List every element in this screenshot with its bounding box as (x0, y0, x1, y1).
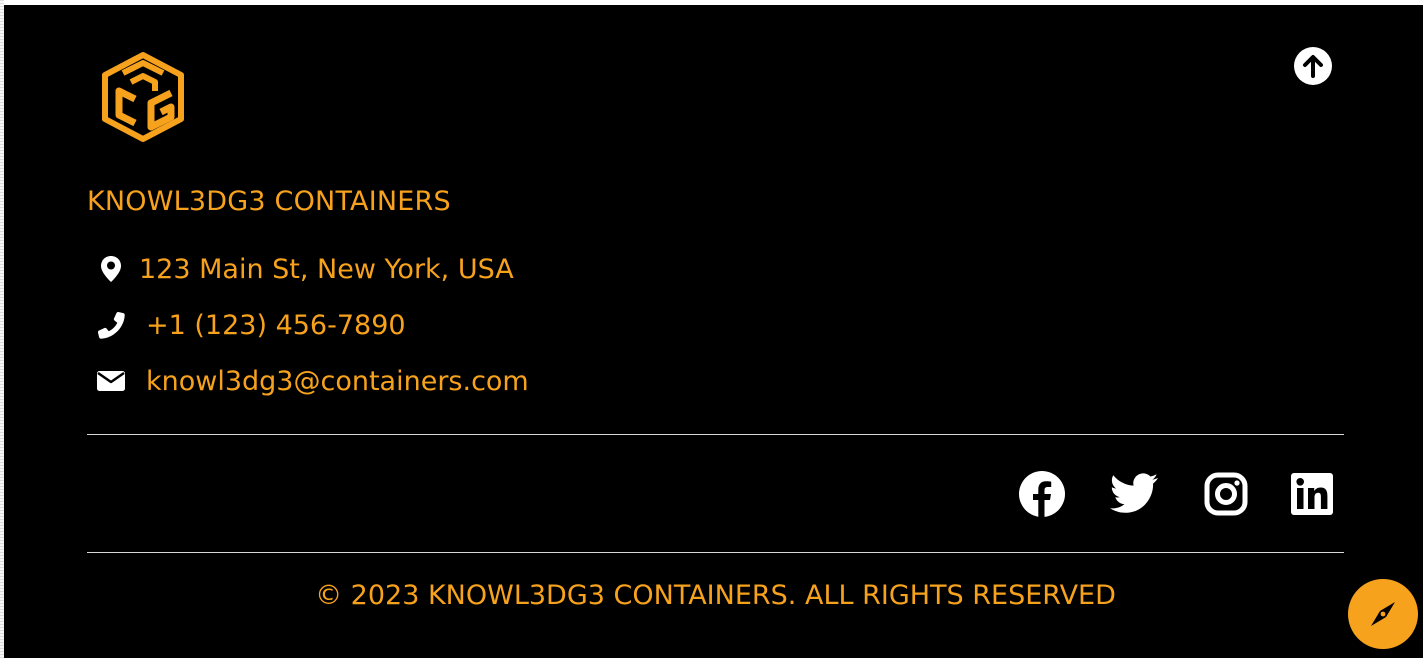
map-pin-icon (94, 252, 128, 286)
site-footer: KNOWL3DG3 CONTAINERS 123 Main St, New Yo… (4, 5, 1423, 658)
facebook-icon (1019, 471, 1065, 517)
cube-logo-icon (102, 52, 184, 142)
envelope-icon (94, 364, 128, 398)
explore-button[interactable] (1348, 579, 1418, 649)
divider (87, 434, 1344, 435)
instagram-icon (1204, 472, 1248, 516)
company-logo[interactable] (101, 51, 185, 143)
address-text: 123 Main St, New York, USA (139, 253, 514, 285)
divider (87, 552, 1344, 553)
phone-text: +1 (123) 456-7890 (146, 309, 406, 341)
linkedin-icon (1291, 473, 1333, 515)
copyright-text: © 2023 KNOWL3DG3 CONTAINERS. ALL RIGHTS … (315, 580, 1116, 611)
arrow-up-icon (1303, 55, 1323, 78)
contact-email[interactable]: knowl3dg3@containers.com (94, 364, 529, 398)
instagram-link[interactable] (1201, 469, 1251, 519)
contact-phone[interactable]: +1 (123) 456-7890 (94, 308, 406, 342)
back-to-top-button[interactable] (1294, 47, 1332, 85)
twitter-icon (1110, 473, 1158, 513)
company-name: KNOWL3DG3 CONTAINERS (87, 186, 451, 217)
linkedin-link[interactable] (1287, 469, 1337, 519)
compass-icon (1371, 602, 1395, 626)
email-text: knowl3dg3@containers.com (146, 365, 529, 397)
facebook-link[interactable] (1017, 469, 1067, 519)
phone-icon (94, 308, 128, 342)
contact-address[interactable]: 123 Main St, New York, USA (94, 252, 514, 286)
twitter-link[interactable] (1109, 469, 1159, 519)
